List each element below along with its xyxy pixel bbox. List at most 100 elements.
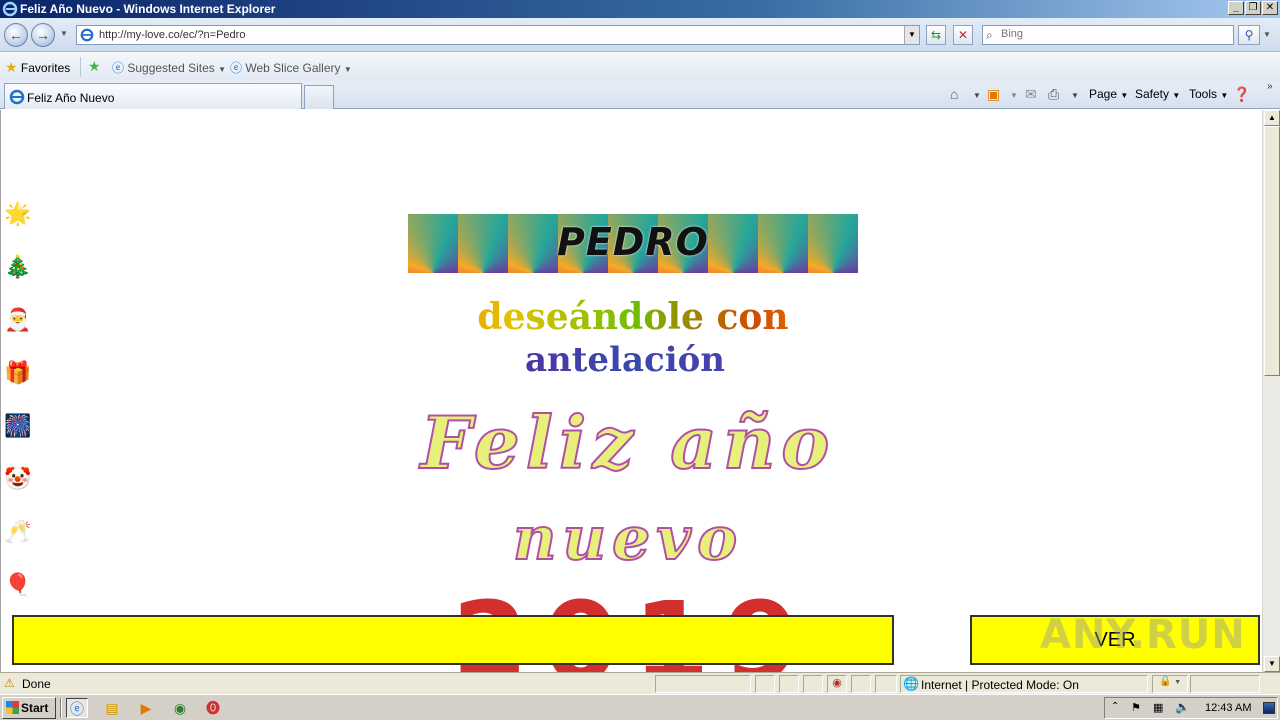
address-url[interactable]: http://my-love.co/ec/?n=Pedro (99, 29, 245, 41)
help-icon[interactable]: ❓ (1233, 86, 1250, 103)
window-title: Feliz Año Nuevo - Windows Internet Explo… (20, 2, 276, 16)
refresh-button[interactable]: ⇆ (926, 25, 946, 45)
search-options-dropdown-icon[interactable]: ▼ (1263, 30, 1271, 39)
safety-menu-label: Safety (1135, 87, 1170, 101)
tools-menu-dropdown-icon: ▼ (1220, 91, 1229, 100)
address-dropdown-icon[interactable]: ▼ (904, 26, 919, 44)
gift-emoji-icon: 🎁 (4, 361, 32, 386)
chrome-taskbar-icon[interactable]: ◉ (169, 698, 191, 718)
security-zone-text: Internet | Protected Mode: On (921, 678, 1079, 692)
anyrun-watermark: ANY.RUN (1040, 612, 1246, 658)
suggested-sites-dropdown-icon: ▼ (218, 65, 227, 74)
suggested-sites-ie-icon: ⓔ (112, 61, 125, 75)
home-dropdown-icon[interactable]: ▼ (973, 91, 981, 100)
tab-ie-icon (9, 89, 25, 105)
balloons-emoji-icon: 🎈 (4, 573, 32, 598)
safety-menu[interactable]: Safety ▼ (1135, 87, 1180, 101)
favorites-star-icon: ★ (5, 59, 18, 75)
search-box[interactable]: ⌕ (982, 25, 1234, 45)
search-input[interactable] (1001, 28, 1229, 40)
favorites-divider (80, 57, 81, 77)
windows-logo-icon (6, 701, 19, 714)
status-pane (755, 675, 775, 693)
windows-taskbar: Start ⓔ ▤ ▶ ◉ ⓿ ⌃ ⚑ ▦ 🔈 12:43 AM (0, 694, 1280, 720)
home-icon[interactable]: ⌂ (950, 86, 958, 102)
stop-button[interactable]: ✕ (953, 25, 973, 45)
windows-explorer-taskbar-icon[interactable]: ▤ (101, 698, 123, 718)
tab-feliz-ano-nuevo[interactable]: Feliz Año Nuevo (4, 83, 302, 109)
show-hidden-icons-icon[interactable]: ⌃ (1111, 701, 1119, 712)
read-mail-icon[interactable]: ✉ (1025, 86, 1037, 103)
status-pane (803, 675, 823, 693)
name-banner: PEDRO (408, 214, 858, 273)
star-emoji-icon: 🌟 (4, 202, 32, 227)
status-pane (655, 675, 751, 693)
feeds-dropdown-icon[interactable]: ▼ (1010, 91, 1018, 100)
yellow-share-bar[interactable] (12, 615, 894, 665)
page-menu-label: Page (1089, 87, 1118, 101)
system-tray: ⌃ ⚑ ▦ 🔈 12:43 AM (1104, 697, 1278, 719)
page-ie-icon (80, 28, 94, 42)
network-icon[interactable]: ▦ (1153, 701, 1163, 714)
address-bar[interactable]: http://my-love.co/ec/?n=Pedro ▼ (76, 25, 920, 45)
forward-button[interactable]: → (31, 23, 55, 47)
favorites-button[interactable]: ★ Favorites (5, 59, 70, 76)
protected-mode-dropdown-icon: ▼ (1174, 679, 1182, 686)
minimize-button[interactable]: _ (1228, 1, 1244, 15)
new-tab-button[interactable] (304, 85, 334, 109)
protected-mode-button[interactable]: 🔒 ▼ (1152, 675, 1188, 693)
window-title-bar: Feliz Año Nuevo - Windows Internet Explo… (0, 0, 1280, 18)
scroll-thumb[interactable] (1264, 126, 1280, 376)
web-slice-gallery-link[interactable]: ⓔ Web Slice Gallery ▼ (230, 59, 352, 76)
tools-menu-label: Tools (1189, 87, 1218, 101)
santa-emoji-icon: 🎅 (4, 308, 32, 333)
tab-title: Feliz Año Nuevo (27, 91, 115, 105)
fireworks-emoji-icon: 🎆 (4, 414, 32, 439)
vertical-scrollbar[interactable]: ▲ ▼ (1262, 110, 1280, 672)
start-button[interactable]: Start (2, 697, 56, 719)
greeting-feliz-ano: Feliz año (420, 399, 836, 486)
status-pane (875, 675, 897, 693)
safety-menu-dropdown-icon: ▼ (1172, 91, 1181, 100)
lock-icon: 🔒 (1159, 676, 1172, 687)
clock[interactable]: 12:43 AM (1205, 702, 1251, 714)
action-center-flag-icon[interactable]: ⚑ (1131, 701, 1141, 714)
greeting-line-2: antelación (393, 340, 857, 380)
privacy-icon[interactable]: ◉ (827, 675, 847, 693)
recent-pages-dropdown-icon[interactable]: ▼ (60, 29, 68, 38)
web-slice-gallery-label: Web Slice Gallery (245, 61, 341, 75)
show-desktop-button[interactable] (1263, 702, 1275, 714)
add-to-favorites-icon[interactable]: ★ (88, 58, 101, 75)
feeds-icon[interactable]: ▣ (987, 86, 1000, 103)
zoom-pane[interactable] (1190, 675, 1260, 693)
opera-taskbar-icon[interactable]: ⓿ (202, 698, 224, 718)
internet-explorer-taskbar-icon[interactable]: ⓔ (66, 698, 88, 718)
scroll-up-arrow-icon[interactable]: ▲ (1264, 110, 1280, 126)
greeting-card: PEDRO deseándole con antelación Feliz añ… (393, 118, 873, 672)
print-icon[interactable]: ⎙ (1048, 86, 1059, 103)
page-menu[interactable]: Page ▼ (1089, 87, 1128, 101)
clown-emoji-icon: 🤡 (4, 467, 32, 492)
page-menu-dropdown-icon: ▼ (1120, 91, 1129, 100)
search-icon: ⚲ (1244, 28, 1254, 42)
close-window-button[interactable]: ✕ (1262, 1, 1278, 15)
media-player-taskbar-icon[interactable]: ▶ (135, 698, 157, 718)
search-button[interactable]: ⚲ (1238, 25, 1260, 45)
tools-menu[interactable]: Tools ▼ (1189, 87, 1228, 101)
print-dropdown-icon[interactable]: ▼ (1071, 91, 1079, 100)
scroll-down-arrow-icon[interactable]: ▼ (1264, 656, 1280, 672)
tab-row: Feliz Año Nuevo ⌂ ▼ ▣ ▼ ✉ ⎙ ▼ Page ▼ Saf… (0, 81, 1280, 109)
favorites-bar: ★ Favorites ★ ⓔ Suggested Sites ▼ ⓔ Web … (0, 53, 1280, 81)
chevron-more-icon[interactable]: » (1267, 81, 1273, 92)
back-button[interactable]: ← (4, 23, 28, 47)
christmas-tree-emoji-icon: 🎄 (4, 255, 32, 280)
suggested-sites-label: Suggested Sites (127, 61, 215, 75)
security-zone[interactable]: 🌐 Internet | Protected Mode: On (900, 675, 1148, 693)
address-toolbar: ← → ▼ http://my-love.co/ec/?n=Pedro ▼ ⇆ … (0, 18, 1280, 52)
web-slice-dropdown-icon: ▼ (343, 65, 352, 74)
restore-button[interactable]: ❐ (1245, 1, 1261, 15)
start-label: Start (21, 701, 49, 715)
volume-icon[interactable]: 🔈 (1175, 700, 1190, 714)
suggested-sites-link[interactable]: ⓔ Suggested Sites ▼ (112, 59, 226, 76)
globe-icon: 🌐 (903, 676, 920, 691)
